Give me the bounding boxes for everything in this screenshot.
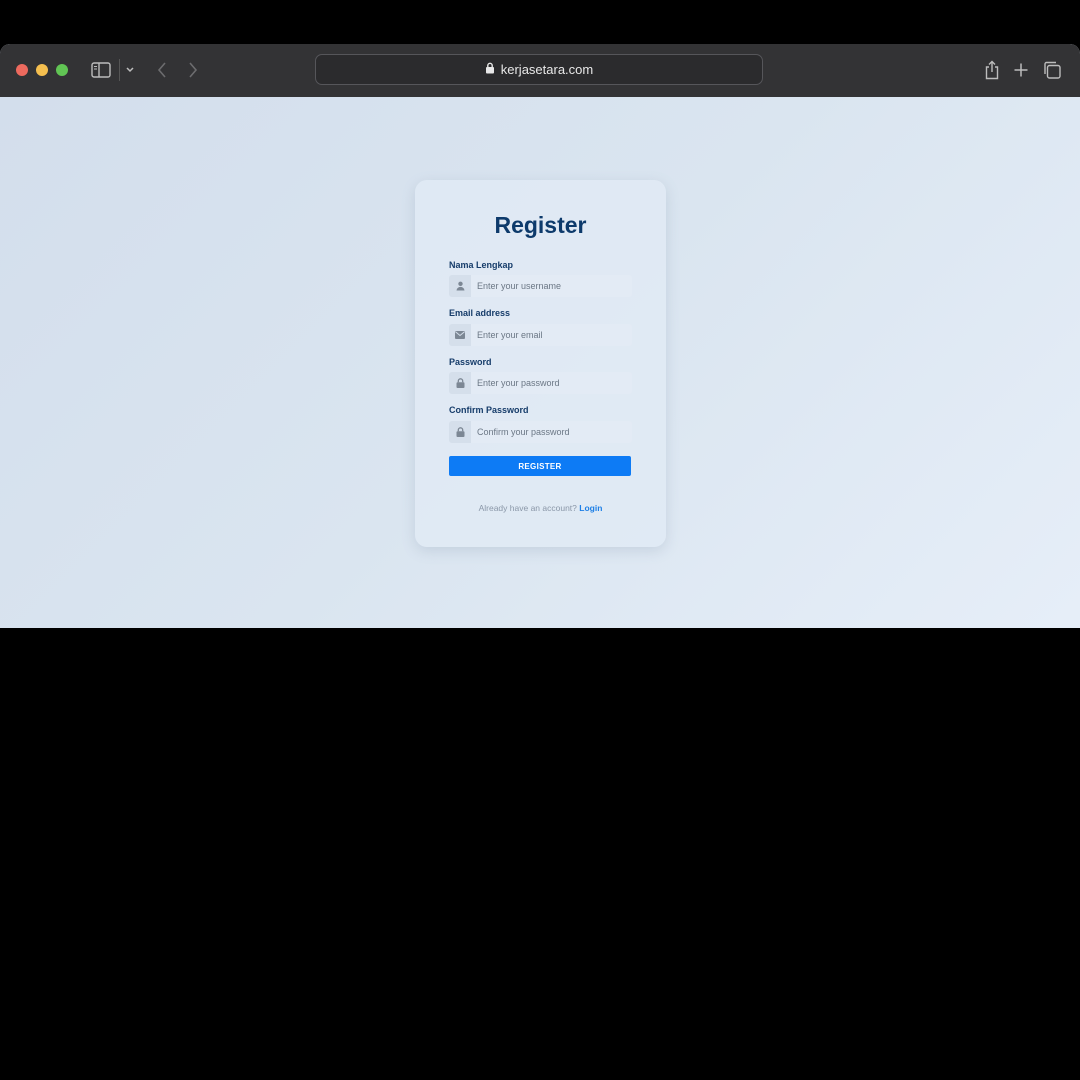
login-link[interactable]: Login — [579, 503, 602, 513]
email-label: Email address — [449, 308, 511, 318]
lock-icon — [449, 421, 471, 443]
envelope-icon — [449, 324, 471, 346]
lock-icon — [485, 62, 495, 77]
sidebar-icon[interactable] — [90, 60, 112, 80]
url-text: kerjasetara.com — [500, 62, 594, 77]
password-field[interactable] — [449, 372, 632, 394]
login-prompt-text: Already have an account? — [478, 503, 577, 513]
confirm-password-input[interactable] — [471, 421, 632, 443]
password-input[interactable] — [471, 372, 632, 394]
minimize-window-button[interactable] — [36, 64, 48, 76]
browser-window: kerjasetara.com Register Nama Lengkap Em… — [0, 44, 1080, 628]
lock-icon — [449, 372, 471, 394]
tab-overview-icon[interactable] — [1041, 59, 1063, 81]
share-icon[interactable] — [982, 58, 1002, 82]
login-prompt: Already have an account? Login — [415, 503, 666, 513]
close-window-button[interactable] — [16, 64, 28, 76]
email-input[interactable] — [471, 324, 632, 346]
password-label: Password — [449, 357, 492, 367]
forward-arrow-icon[interactable] — [183, 60, 203, 80]
address-bar[interactable]: kerjasetara.com — [315, 54, 763, 85]
page-title: Register — [494, 212, 587, 238]
user-icon — [449, 275, 471, 297]
register-button[interactable]: REGISTER — [449, 456, 631, 476]
zoom-window-button[interactable] — [56, 64, 68, 76]
toolbar-divider — [119, 59, 120, 81]
full-name-label: Nama Lengkap — [449, 260, 514, 270]
page-content: Register Nama Lengkap Email address Pass… — [0, 97, 1080, 628]
chevron-down-icon[interactable] — [122, 60, 138, 80]
browser-toolbar: kerjasetara.com — [0, 44, 1080, 98]
register-card: Register Nama Lengkap Email address Pass… — [415, 180, 666, 547]
full-name-input[interactable] — [471, 275, 632, 297]
full-name-field[interactable] — [449, 275, 632, 297]
plus-icon[interactable] — [1011, 60, 1031, 80]
back-arrow-icon[interactable] — [152, 60, 172, 80]
confirm-password-field[interactable] — [449, 421, 632, 443]
confirm-password-label: Confirm Password — [449, 405, 529, 415]
email-field[interactable] — [449, 324, 632, 346]
